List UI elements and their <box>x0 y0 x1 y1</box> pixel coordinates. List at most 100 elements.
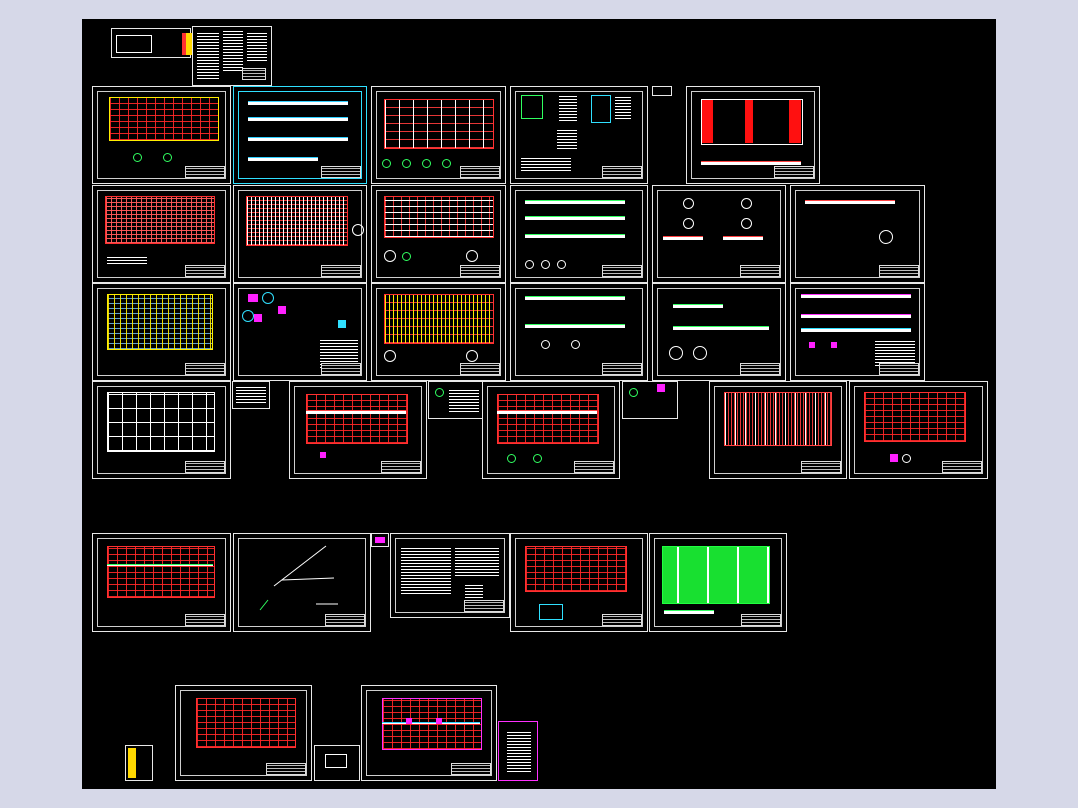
column-grid <box>107 392 215 452</box>
sheet-plan-12[interactable] <box>92 533 231 632</box>
legend-box <box>338 320 346 328</box>
detail-marker <box>902 454 911 463</box>
sheet-plan-13[interactable] <box>510 533 648 632</box>
sheet-details-3[interactable] <box>233 283 367 381</box>
sheet-legend-magenta[interactable] <box>498 721 538 781</box>
connection-detail <box>436 718 442 724</box>
detail-marker <box>352 224 364 236</box>
sheet-mini-5[interactable] <box>371 533 389 547</box>
sheet-truss-2[interactable] <box>482 381 620 479</box>
title-block <box>602 614 642 626</box>
sheet-plan-1[interactable] <box>92 86 231 184</box>
detail-marker <box>557 260 566 269</box>
sheet-legend-yellow[interactable] <box>125 745 153 781</box>
sheet-elevations-5[interactable] <box>790 283 925 381</box>
title-block <box>740 363 780 375</box>
sheet-plan-5[interactable] <box>233 185 367 283</box>
floor-plan-yellow-grid <box>107 294 213 350</box>
detail-marker <box>629 388 638 397</box>
sheet-details-2[interactable] <box>652 185 786 283</box>
sheet-plan-2[interactable] <box>371 86 506 184</box>
elevation-line <box>248 117 348 121</box>
floor-plan-grid <box>382 698 482 750</box>
elevation-strip <box>701 161 801 165</box>
connection-detail <box>278 306 286 314</box>
mini-detail <box>449 388 479 412</box>
cad-model-space[interactable] <box>82 19 996 789</box>
detail-marker <box>669 346 683 360</box>
sheet-plan-4[interactable] <box>92 185 231 283</box>
sheet-plan-6[interactable] <box>371 185 506 283</box>
floor-plan-grid <box>109 97 219 141</box>
drawing-index-text <box>197 31 219 79</box>
title-block <box>460 363 500 375</box>
sheet-plan-15[interactable] <box>175 685 312 781</box>
detail-marker <box>541 340 550 349</box>
sheet-notes[interactable] <box>390 533 510 618</box>
truss-grid <box>497 394 599 444</box>
sheet-isometric[interactable] <box>233 533 371 632</box>
detail-drawing <box>539 604 563 620</box>
sheet-mini-4[interactable] <box>622 381 678 419</box>
sheet-plan-14[interactable] <box>649 533 787 632</box>
detail-marker <box>422 159 431 168</box>
detail-line <box>805 200 895 204</box>
sheet-mini-3[interactable] <box>428 381 484 419</box>
sheet-plan-11[interactable] <box>849 381 988 479</box>
title-block <box>602 363 642 375</box>
legend-text <box>507 732 531 772</box>
sheet-mini-2[interactable] <box>232 381 270 409</box>
title-block <box>321 265 361 277</box>
floor-plan-grid <box>525 546 627 592</box>
floor-plan-grid <box>107 546 215 598</box>
design-notes-table <box>465 584 483 598</box>
cover-title-box <box>116 35 152 53</box>
detail-marker <box>683 198 694 209</box>
sheet-plan-3[interactable] <box>686 86 820 184</box>
title-block <box>602 265 642 277</box>
title-block <box>464 600 504 612</box>
sheet-mini-6[interactable] <box>314 745 360 781</box>
detail-marker <box>163 153 172 162</box>
sheet-truss-1[interactable] <box>289 381 427 479</box>
title-block <box>774 166 814 178</box>
sheet-details-1[interactable] <box>510 86 648 184</box>
detail-marker <box>382 159 391 168</box>
sheet-mini-1[interactable] <box>652 86 672 96</box>
mini-detail <box>325 754 347 768</box>
sheet-elevations-1[interactable] <box>233 86 367 184</box>
sheet-plan-10[interactable] <box>709 381 847 479</box>
title-block <box>185 265 225 277</box>
column-plan <box>724 392 832 446</box>
sheet-elevations-2[interactable] <box>510 185 648 283</box>
connection-detail <box>320 452 326 458</box>
detail-drawing <box>557 129 577 149</box>
detail-marker <box>133 153 142 162</box>
sheet-detail-3[interactable] <box>790 185 925 283</box>
sheet-plan-7[interactable] <box>92 283 231 381</box>
elevation-line <box>525 296 625 300</box>
sheet-plan-8[interactable] <box>371 283 506 381</box>
detail-line <box>663 236 703 240</box>
sheet-elevations-4[interactable] <box>652 283 786 381</box>
detail-drawing <box>521 95 543 119</box>
detail-drawing <box>591 95 611 123</box>
cover-title-block[interactable] <box>111 28 218 58</box>
title-block <box>185 614 225 626</box>
elevation-line <box>525 324 625 328</box>
sheet-plan-9[interactable] <box>92 381 231 479</box>
title-block <box>242 68 266 80</box>
truss-top-chord <box>306 410 406 414</box>
pipe-line <box>382 722 480 724</box>
drawing-index-sheet[interactable] <box>192 26 272 86</box>
sheet-plan-16[interactable] <box>361 685 497 781</box>
floor-plan-grid <box>105 196 215 244</box>
sheet-elevations-3[interactable] <box>510 283 648 381</box>
floor-plan-grid <box>864 392 966 442</box>
detail-marker <box>384 350 396 362</box>
title-block <box>381 461 421 473</box>
title-block <box>460 166 500 178</box>
elevation-line <box>801 294 911 298</box>
detail-marker <box>435 388 444 397</box>
detail-marker <box>541 260 550 269</box>
